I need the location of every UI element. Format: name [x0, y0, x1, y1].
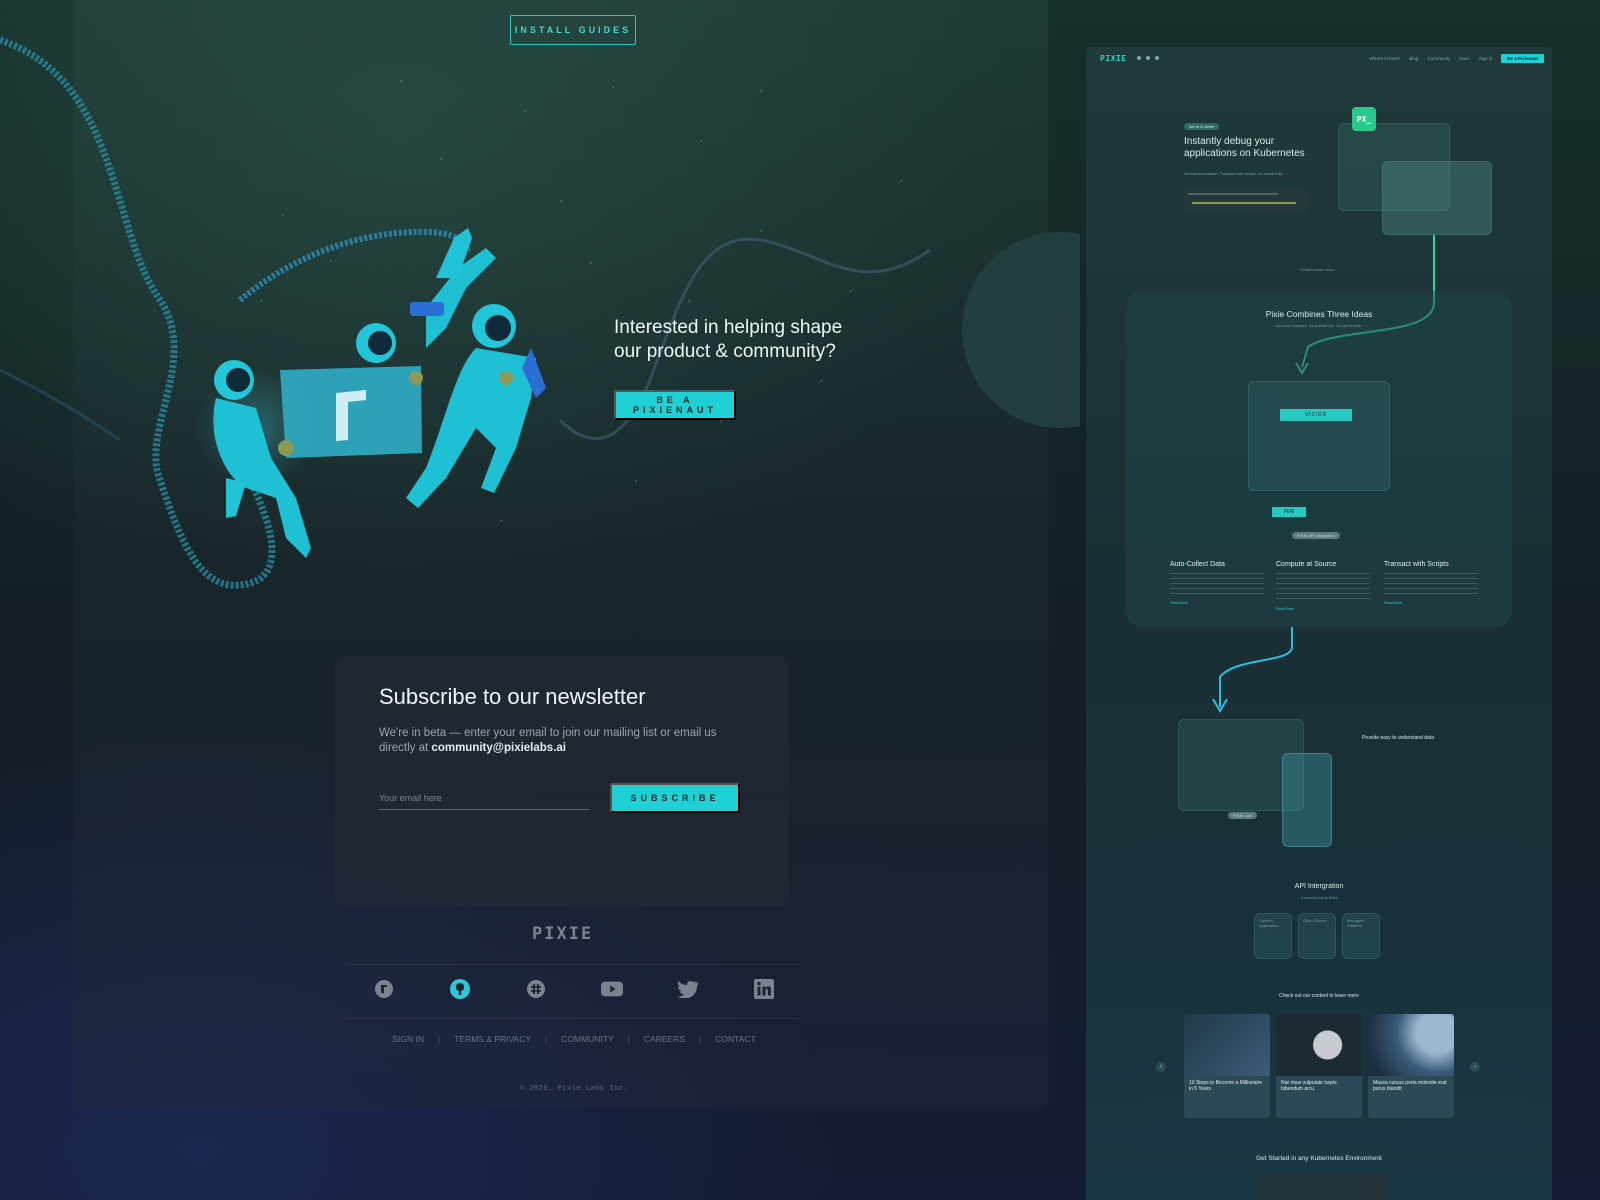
- slack-icon[interactable]: [525, 978, 547, 1000]
- hero-heading: Interested in helping shape our product …: [614, 316, 874, 364]
- idea-description: [1384, 573, 1478, 595]
- copyright: © 2020, Pixie Labs Inc.: [519, 1084, 629, 1092]
- pixie-live-pill: PIXIE Live: [1228, 812, 1257, 819]
- hero-heading-line1: Interested in helping shape: [614, 317, 843, 338]
- newsletter-title: Subscribe to our newsletter: [379, 684, 646, 709]
- api-card[interactable]: Open Source: [1298, 913, 1336, 959]
- api-card-label: Open Source: [1303, 918, 1327, 923]
- hero-heading-line2: our product & community?: [614, 341, 836, 362]
- content-card[interactable]: Massa cursus porta molestie erat purus b…: [1368, 1014, 1454, 1118]
- ideas-subtitle: No code changes. No painful UIs. No grun…: [1275, 323, 1363, 328]
- social-links: [346, 978, 802, 1000]
- astronauts-illustration: [196, 228, 546, 558]
- install-guides-button[interactable]: INSTALL GUIDES: [510, 15, 636, 45]
- footer-logo[interactable]: PIXIE: [532, 924, 593, 944]
- data-section-title: Provide easy to understand data: [1362, 735, 1434, 741]
- content-card-title: Nisi risus vulputate turpis bibendum arc…: [1281, 1080, 1337, 1092]
- api-title: API Intergration: [1294, 883, 1344, 890]
- vizier-label: VIZIER: [1280, 409, 1352, 421]
- github-icon[interactable]: [449, 978, 471, 1000]
- newsletter-email-link[interactable]: community@pixielabs.ai: [431, 742, 566, 754]
- phone-mockup: [1282, 753, 1332, 847]
- integration-pill: PIXIE API Integration: [1292, 532, 1340, 539]
- api-card[interactable]: Managed Platform: [1342, 913, 1380, 959]
- footer-divider: [346, 1018, 802, 1019]
- footer-link-contact[interactable]: CONTACT: [701, 1034, 769, 1044]
- footer-link-sign-in[interactable]: SIGN IN: [378, 1034, 438, 1044]
- content-heading: Check out our content to learn more: [1279, 993, 1359, 999]
- idea-title: Compute at Source: [1276, 561, 1337, 568]
- idea-column: Compute at Source Read More: [1276, 561, 1370, 611]
- footer-link-careers[interactable]: CAREERS: [630, 1034, 699, 1044]
- api-card-label: Custom Application: [1259, 918, 1279, 928]
- api-subtitle: Currently not in Beta: [1300, 895, 1338, 900]
- idea-column: Auto-Collect Data Read More: [1170, 561, 1264, 605]
- idea-title: Transact with Scripts: [1384, 561, 1449, 568]
- get-started-heading: Get Started in any Kubernetes Environmen…: [1256, 1155, 1382, 1162]
- pem-label: PEM: [1272, 507, 1306, 517]
- be-a-pixienaut-button[interactable]: BE A PIXIENAUT: [614, 390, 736, 420]
- footer-links: SIGN IN | TERMS & PRIVACY | COMMUNITY | CAR…: [346, 1034, 802, 1044]
- email-input[interactable]: [379, 786, 589, 810]
- pixie-icon[interactable]: [373, 978, 395, 1000]
- read-more-link[interactable]: Read More: [1170, 601, 1264, 605]
- api-card[interactable]: Custom Application: [1254, 913, 1292, 959]
- content-card-title: Massa cursus porta molestie erat purus b…: [1373, 1080, 1447, 1092]
- idea-description: [1170, 573, 1264, 595]
- twitter-icon[interactable]: [677, 978, 699, 1000]
- content-card-image: [1276, 1014, 1362, 1076]
- read-more-link[interactable]: Read More: [1276, 607, 1370, 611]
- content-card-title: 10 Steps to Become a Millionaire in 5 Ye…: [1189, 1080, 1263, 1092]
- content-card[interactable]: Nisi risus vulputate turpis bibendum arc…: [1276, 1014, 1362, 1118]
- subscribe-button[interactable]: SUBSCRIBE: [610, 783, 740, 813]
- idea-title: Auto-Collect Data: [1170, 561, 1225, 568]
- carousel-prev-icon[interactable]: ‹: [1156, 1062, 1166, 1072]
- newsletter-body: We're in beta — enter your email to join…: [379, 726, 739, 756]
- vizier-diagram: [1248, 381, 1390, 491]
- api-card-label: Managed Platform: [1347, 918, 1364, 928]
- linkedin-icon[interactable]: [753, 978, 775, 1000]
- idea-description: [1276, 573, 1370, 601]
- get-started-code-block: [1258, 1173, 1388, 1200]
- read-more-link[interactable]: Read More: [1384, 601, 1478, 605]
- content-card[interactable]: 10 Steps to Become a Millionaire in 5 Ye…: [1184, 1014, 1270, 1118]
- newsletter-card: Subscribe to our newsletter We're in bet…: [334, 656, 789, 906]
- footer-link-community[interactable]: COMMUNITY: [547, 1034, 627, 1044]
- idea-column: Transact with Scripts Read More: [1384, 561, 1478, 605]
- carousel-next-icon[interactable]: ›: [1470, 1062, 1480, 1072]
- content-card-image: [1368, 1014, 1454, 1076]
- youtube-icon[interactable]: [601, 978, 623, 1000]
- homepage-preview: PIXIE What's in beta? Blog Community Doc…: [1086, 47, 1552, 1200]
- ideas-title: Pixie Combines Three Ideas: [1265, 309, 1373, 319]
- footer-divider: [346, 964, 802, 965]
- footer-link-terms-privacy[interactable]: TERMS & PRIVACY: [440, 1034, 545, 1044]
- content-card-image: [1184, 1014, 1270, 1076]
